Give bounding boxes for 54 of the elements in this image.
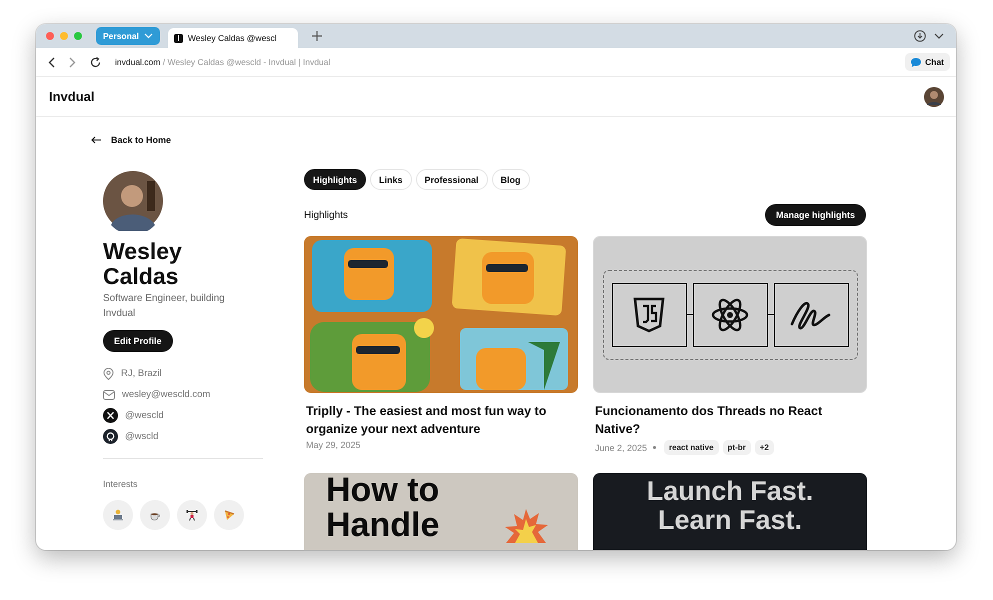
cover-image[interactable]: Launch Fast. Learn Fast. (593, 473, 867, 550)
profile-detail: wesley@wescld.com (122, 389, 210, 400)
pizza-slice-icon (214, 500, 244, 530)
location-pin-icon (103, 368, 114, 380)
browser-tab[interactable]: Wesley Caldas @wescl (168, 28, 298, 48)
chevron-down-icon[interactable] (934, 33, 944, 39)
post-tag[interactable]: pt-br (722, 440, 751, 455)
back-icon[interactable] (48, 56, 55, 68)
weightlifter-icon (177, 500, 207, 530)
reload-icon[interactable] (90, 56, 101, 68)
avatar[interactable] (924, 86, 944, 106)
mail-icon (103, 390, 115, 400)
post-tag[interactable]: +2 (754, 440, 774, 455)
download-icon[interactable] (914, 30, 926, 42)
profile-tab[interactable]: Blog (492, 169, 530, 190)
forward-icon[interactable] (69, 56, 76, 68)
profile-name: Wesley Caldas (103, 239, 183, 289)
address-field[interactable]: invdual.com / Wesley Caldas @wescld - Invdual | Invdual (115, 57, 892, 67)
profile-detail: @wscld (125, 431, 158, 442)
cover-text: Launch Fast. (646, 477, 814, 506)
laptop-icon (103, 500, 133, 530)
coffee-cup-icon (140, 500, 170, 530)
manage-highlights-button[interactable]: Manage highlights (764, 204, 866, 226)
profile-bio: Software Engineer, building Invdual (103, 292, 226, 321)
profile-detail: RJ, Brazil (121, 368, 162, 379)
edit-profile-button[interactable]: Edit Profile (103, 330, 173, 352)
section-title: Highlights (304, 210, 348, 220)
x-icon[interactable] (103, 408, 118, 423)
new-tab-icon[interactable] (312, 31, 322, 41)
post-date: June 2, 2025 (595, 442, 648, 452)
profile-detail: @wescld (125, 410, 164, 421)
chat-bubble-icon (911, 58, 922, 66)
cover-text: How to (326, 473, 440, 508)
interests-label: Interests (103, 479, 139, 489)
profile-tab[interactable]: Professional (416, 169, 488, 190)
post-title[interactable]: Funcionamento dos Threads no React Native? (595, 402, 867, 438)
profile-tab[interactable]: Highlights (304, 169, 366, 190)
arrow-left-icon (91, 136, 101, 144)
post-title[interactable]: Triplly - The easiest and most fun way to organize your next adventure (306, 402, 578, 438)
cover-text: Learn Fast. (656, 506, 804, 535)
diagram-drawing[interactable] (593, 236, 867, 393)
back-link[interactable]: Back to Home (91, 135, 172, 145)
chat-button[interactable]: Chat (905, 53, 950, 71)
post-date: May 29, 2025 (306, 440, 361, 450)
profile-avatar (103, 171, 163, 231)
cover-image[interactable]: How to Handle (304, 473, 578, 550)
cover-text: Handle (326, 508, 440, 543)
separator-dot (653, 446, 656, 449)
site-logo[interactable]: Invdual (49, 89, 95, 104)
post-tag[interactable]: react native (664, 440, 719, 455)
explosion-icon (504, 509, 548, 543)
favicon-icon (174, 34, 183, 42)
chevron-down-icon (144, 33, 153, 39)
profile-tab[interactable]: Links (370, 169, 412, 190)
